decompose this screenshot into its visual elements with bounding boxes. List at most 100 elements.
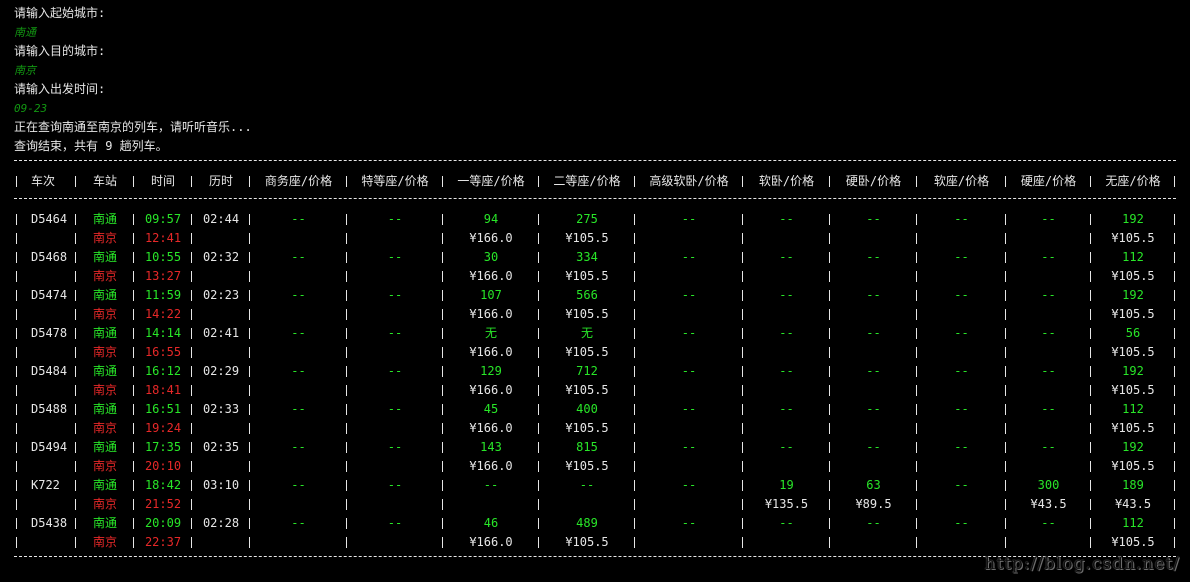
column-separator bbox=[740, 172, 746, 191]
train-no-value: D5474 bbox=[31, 288, 68, 302]
business-seat-value: -- bbox=[291, 250, 306, 264]
column-separator bbox=[131, 267, 137, 286]
no-seat-value: 192 bbox=[1122, 212, 1144, 226]
column-separator bbox=[740, 286, 746, 305]
first-class-secondary: ¥166.0 bbox=[469, 421, 513, 435]
no-seat-value: 192 bbox=[1122, 288, 1144, 302]
column-separator bbox=[247, 533, 253, 552]
hard-seat-secondary bbox=[1010, 533, 1087, 552]
station-value: 南通 bbox=[92, 440, 117, 454]
result-summary: 查询结束，共有 9 趟列车。 bbox=[14, 139, 168, 153]
column-separator bbox=[536, 419, 542, 438]
hard-sleeper-secondary bbox=[834, 381, 913, 400]
column-separator bbox=[131, 438, 137, 457]
column-separator bbox=[1172, 267, 1178, 286]
table-row: 南京 18:41 ¥166.0 ¥105.5 ¥105.5 bbox=[0, 381, 1190, 400]
column-separator bbox=[247, 305, 253, 324]
soft-seat-value: -- bbox=[954, 364, 969, 378]
hard-seat-secondary bbox=[1010, 457, 1087, 476]
station-value: 南通 bbox=[92, 326, 117, 340]
column-separator bbox=[131, 305, 137, 324]
special-seat-value: -- bbox=[387, 364, 403, 378]
column-separator bbox=[1172, 400, 1178, 419]
column-separator bbox=[344, 210, 350, 229]
adv-soft-sleeper-value: -- bbox=[681, 364, 697, 378]
column-separator bbox=[189, 172, 195, 191]
time-secondary: 16:55 bbox=[144, 345, 182, 359]
adv-soft-sleeper-value: -- bbox=[681, 212, 697, 226]
column-separator bbox=[1172, 362, 1178, 381]
column-separator bbox=[536, 210, 542, 229]
column-separator bbox=[740, 248, 746, 267]
column-separator bbox=[914, 514, 920, 533]
column-separator bbox=[1172, 514, 1178, 533]
column-separator bbox=[189, 286, 195, 305]
column-separator bbox=[131, 400, 137, 419]
column-separator bbox=[189, 362, 195, 381]
first-class-value: 46 bbox=[483, 516, 499, 530]
soft-seat-value: -- bbox=[954, 440, 969, 454]
hard-seat-secondary bbox=[1010, 419, 1087, 438]
column-separator bbox=[632, 400, 638, 419]
column-separator bbox=[536, 476, 542, 495]
column-separator bbox=[73, 495, 79, 514]
no-seat-secondary: ¥43.5 bbox=[1114, 497, 1152, 511]
column-separator bbox=[131, 362, 137, 381]
table-row: K722 南通 18:42 03:10 -- -- -- -- -- 19 63 -- 300 189 bbox=[0, 476, 1190, 495]
column-separator bbox=[914, 438, 920, 457]
column-separator bbox=[632, 210, 638, 229]
header-second-class: 二等座/价格 bbox=[553, 174, 621, 188]
column-separator bbox=[344, 305, 350, 324]
column-separator bbox=[73, 267, 79, 286]
soft-sleeper-value: -- bbox=[779, 212, 794, 226]
column-separator bbox=[344, 514, 350, 533]
column-separator bbox=[1172, 533, 1178, 552]
table-row: D5474 南通 11:59 02:23 -- -- 107 566 -- -- -- -- -- 192 bbox=[0, 286, 1190, 305]
column-separator bbox=[1088, 476, 1094, 495]
second-class-value: 566 bbox=[576, 288, 598, 302]
column-separator bbox=[827, 229, 833, 248]
column-separator bbox=[131, 533, 137, 552]
column-separator bbox=[827, 210, 833, 229]
header-soft-seat: 软座/价格 bbox=[933, 174, 990, 188]
column-separator bbox=[632, 533, 638, 552]
hard-seat-value: -- bbox=[1041, 250, 1056, 264]
column-separator bbox=[131, 210, 137, 229]
station-secondary: 南京 bbox=[92, 497, 117, 511]
column-separator bbox=[344, 438, 350, 457]
column-separator bbox=[1088, 362, 1094, 381]
column-separator bbox=[827, 533, 833, 552]
column-separator bbox=[344, 400, 350, 419]
soft-sleeper-value: -- bbox=[779, 440, 794, 454]
column-separator bbox=[914, 495, 920, 514]
special-seat-value: -- bbox=[387, 478, 403, 492]
column-separator bbox=[1003, 362, 1009, 381]
column-separator bbox=[14, 514, 20, 533]
column-separator bbox=[1172, 343, 1178, 362]
column-separator bbox=[189, 229, 195, 248]
column-separator bbox=[14, 286, 20, 305]
column-separator bbox=[1088, 210, 1094, 229]
column-separator bbox=[247, 229, 253, 248]
special-seat-value: -- bbox=[387, 402, 403, 416]
train-no-value: D5478 bbox=[31, 326, 68, 340]
header-time: 时间 bbox=[150, 174, 175, 188]
column-separator bbox=[914, 381, 920, 400]
column-separator bbox=[827, 457, 833, 476]
hard-seat-value: -- bbox=[1041, 440, 1056, 454]
hard-seat-value: -- bbox=[1041, 212, 1056, 226]
column-separator bbox=[1172, 172, 1178, 191]
column-separator bbox=[740, 229, 746, 248]
duration-value: 02:35 bbox=[202, 440, 240, 454]
first-class-value: 129 bbox=[480, 364, 502, 378]
column-separator bbox=[14, 400, 20, 419]
column-separator bbox=[344, 381, 350, 400]
column-separator bbox=[14, 476, 20, 495]
no-seat-value: 56 bbox=[1125, 326, 1141, 340]
column-separator bbox=[1088, 286, 1094, 305]
origin-prompt: 请输入起始城市: bbox=[14, 6, 106, 20]
train-no-value: D5464 bbox=[31, 212, 68, 226]
hard-sleeper-secondary bbox=[834, 343, 913, 362]
column-separator bbox=[189, 381, 195, 400]
column-separator bbox=[632, 457, 638, 476]
